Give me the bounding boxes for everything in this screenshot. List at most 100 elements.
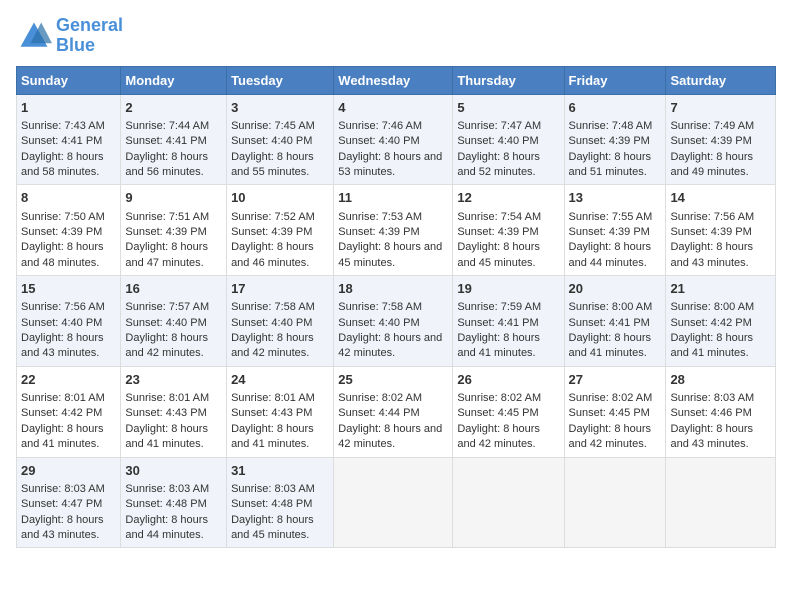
sunset-text: Sunset: 4:43 PM: [125, 407, 206, 419]
sunrise-text: Sunrise: 8:02 AM: [569, 392, 653, 404]
day-number: 31: [231, 462, 329, 480]
daylight-text: Daylight: 8 hours and 48 minutes.: [21, 241, 104, 268]
day-number: 18: [338, 280, 448, 298]
day-cell: 10Sunrise: 7:52 AMSunset: 4:39 PMDayligh…: [227, 185, 334, 276]
sunset-text: Sunset: 4:40 PM: [125, 317, 206, 329]
day-cell: 29Sunrise: 8:03 AMSunset: 4:47 PMDayligh…: [17, 457, 121, 548]
daylight-text: Daylight: 8 hours and 45 minutes.: [338, 241, 442, 268]
daylight-text: Daylight: 8 hours and 58 minutes.: [21, 151, 104, 178]
sunset-text: Sunset: 4:41 PM: [457, 317, 538, 329]
header-saturday: Saturday: [666, 66, 776, 94]
daylight-text: Daylight: 8 hours and 43 minutes.: [670, 241, 753, 268]
daylight-text: Daylight: 8 hours and 44 minutes.: [569, 241, 652, 268]
day-cell: 9Sunrise: 7:51 AMSunset: 4:39 PMDaylight…: [121, 185, 227, 276]
day-cell: 17Sunrise: 7:58 AMSunset: 4:40 PMDayligh…: [227, 276, 334, 367]
sunrise-text: Sunrise: 7:57 AM: [125, 301, 209, 313]
day-number: 28: [670, 371, 771, 389]
sunset-text: Sunset: 4:41 PM: [125, 135, 206, 147]
sunrise-text: Sunrise: 8:01 AM: [231, 392, 315, 404]
sunset-text: Sunset: 4:39 PM: [670, 135, 751, 147]
day-cell: 19Sunrise: 7:59 AMSunset: 4:41 PMDayligh…: [453, 276, 564, 367]
day-number: 26: [457, 371, 559, 389]
day-number: 16: [125, 280, 222, 298]
sunset-text: Sunset: 4:45 PM: [569, 407, 650, 419]
day-cell: 16Sunrise: 7:57 AMSunset: 4:40 PMDayligh…: [121, 276, 227, 367]
sunrise-text: Sunrise: 7:49 AM: [670, 120, 754, 132]
sunrise-text: Sunrise: 8:03 AM: [670, 392, 754, 404]
daylight-text: Daylight: 8 hours and 44 minutes.: [125, 514, 208, 541]
day-number: 30: [125, 462, 222, 480]
sunset-text: Sunset: 4:40 PM: [231, 135, 312, 147]
day-number: 10: [231, 189, 329, 207]
day-number: 3: [231, 99, 329, 117]
daylight-text: Daylight: 8 hours and 51 minutes.: [569, 151, 652, 178]
sunrise-text: Sunrise: 7:51 AM: [125, 211, 209, 223]
sunset-text: Sunset: 4:44 PM: [338, 407, 419, 419]
sunrise-text: Sunrise: 7:56 AM: [670, 211, 754, 223]
header-monday: Monday: [121, 66, 227, 94]
sunrise-text: Sunrise: 8:03 AM: [125, 483, 209, 495]
day-cell: 30 Sunrise: 8:03 AM Sunset: 4:48 PM Dayligh…: [121, 457, 227, 548]
sunset-text: Sunset: 4:40 PM: [21, 317, 102, 329]
day-cell: 2Sunrise: 7:44 AMSunset: 4:41 PMDaylight…: [121, 94, 227, 185]
day-cell: 15Sunrise: 7:56 AMSunset: 4:40 PMDayligh…: [17, 276, 121, 367]
day-number: 6: [569, 99, 662, 117]
sunrise-text: Sunrise: 8:01 AM: [125, 392, 209, 404]
sunset-text: Sunset: 4:39 PM: [457, 226, 538, 238]
sunset-text: Sunset: 4:46 PM: [670, 407, 751, 419]
sunrise-text: Sunrise: 7:58 AM: [338, 301, 422, 313]
day-cell: 4Sunrise: 7:46 AMSunset: 4:40 PMDaylight…: [334, 94, 453, 185]
day-number: 24: [231, 371, 329, 389]
day-number: 25: [338, 371, 448, 389]
day-number: 5: [457, 99, 559, 117]
daylight-text: Daylight: 8 hours and 41 minutes.: [125, 423, 208, 450]
day-cell: [453, 457, 564, 548]
header-friday: Friday: [564, 66, 666, 94]
sunset-text: Sunset: 4:39 PM: [125, 226, 206, 238]
sunrise-text: Sunrise: 8:01 AM: [21, 392, 105, 404]
sunset-text: Sunset: 4:39 PM: [569, 135, 650, 147]
sunrise-text: Sunrise: 7:54 AM: [457, 211, 541, 223]
day-cell: [564, 457, 666, 548]
week-row-5: 29Sunrise: 8:03 AMSunset: 4:47 PMDayligh…: [17, 457, 776, 548]
daylight-text: Daylight: 8 hours and 41 minutes.: [569, 332, 652, 359]
day-cell: 11Sunrise: 7:53 AMSunset: 4:39 PMDayligh…: [334, 185, 453, 276]
daylight-text: Daylight: 8 hours and 46 minutes.: [231, 241, 314, 268]
sunset-text: Sunset: 4:39 PM: [231, 226, 312, 238]
day-cell: 14Sunrise: 7:56 AMSunset: 4:39 PMDayligh…: [666, 185, 776, 276]
sunset-text: Sunset: 4:40 PM: [457, 135, 538, 147]
sunrise-text: Sunrise: 8:03 AM: [231, 483, 315, 495]
day-number: 11: [338, 189, 448, 207]
daylight-text: Daylight: 8 hours and 41 minutes.: [457, 332, 540, 359]
daylight-text: Daylight: 8 hours and 43 minutes.: [670, 423, 753, 450]
sunset-text: Sunset: 4:41 PM: [21, 135, 102, 147]
sunrise-text: Sunrise: 7:58 AM: [231, 301, 315, 313]
day-number: 29: [21, 462, 116, 480]
day-number: 4: [338, 99, 448, 117]
sunset-text: Sunset: 4:45 PM: [457, 407, 538, 419]
day-cell: 21Sunrise: 8:00 AMSunset: 4:42 PMDayligh…: [666, 276, 776, 367]
calendar-table: SundayMondayTuesdayWednesdayThursdayFrid…: [16, 66, 776, 549]
day-cell: 23Sunrise: 8:01 AMSunset: 4:43 PMDayligh…: [121, 366, 227, 457]
day-number: 14: [670, 189, 771, 207]
day-cell: 12Sunrise: 7:54 AMSunset: 4:39 PMDayligh…: [453, 185, 564, 276]
logo: General Blue: [16, 16, 123, 56]
sunrise-text: Sunrise: 8:00 AM: [670, 301, 754, 313]
day-cell: 6 Sunrise: 7:48 AM Sunset: 4:39 PM Daylight…: [564, 94, 666, 185]
day-cell: 1Sunrise: 7:43 AMSunset: 4:41 PMDaylight…: [17, 94, 121, 185]
sunrise-text: Sunrise: 7:48 AM: [569, 120, 653, 132]
sunset-text: Sunset: 4:48 PM: [125, 498, 206, 510]
sunset-text: Sunset: 4:40 PM: [338, 135, 419, 147]
day-number: 12: [457, 189, 559, 207]
sunrise-text: Sunrise: 7:55 AM: [569, 211, 653, 223]
daylight-text: Daylight: 8 hours and 42 minutes.: [338, 332, 442, 359]
sunset-text: Sunset: 4:42 PM: [670, 317, 751, 329]
daylight-text: Daylight: 8 hours and 53 minutes.: [338, 151, 442, 178]
day-number: 8: [21, 189, 116, 207]
daylight-text: Daylight: 8 hours and 41 minutes.: [231, 423, 314, 450]
sunrise-text: Sunrise: 7:53 AM: [338, 211, 422, 223]
sunset-text: Sunset: 4:40 PM: [231, 317, 312, 329]
day-cell: [666, 457, 776, 548]
sunrise-text: Sunrise: 7:43 AM: [21, 120, 105, 132]
daylight-text: Daylight: 8 hours and 43 minutes.: [21, 514, 104, 541]
